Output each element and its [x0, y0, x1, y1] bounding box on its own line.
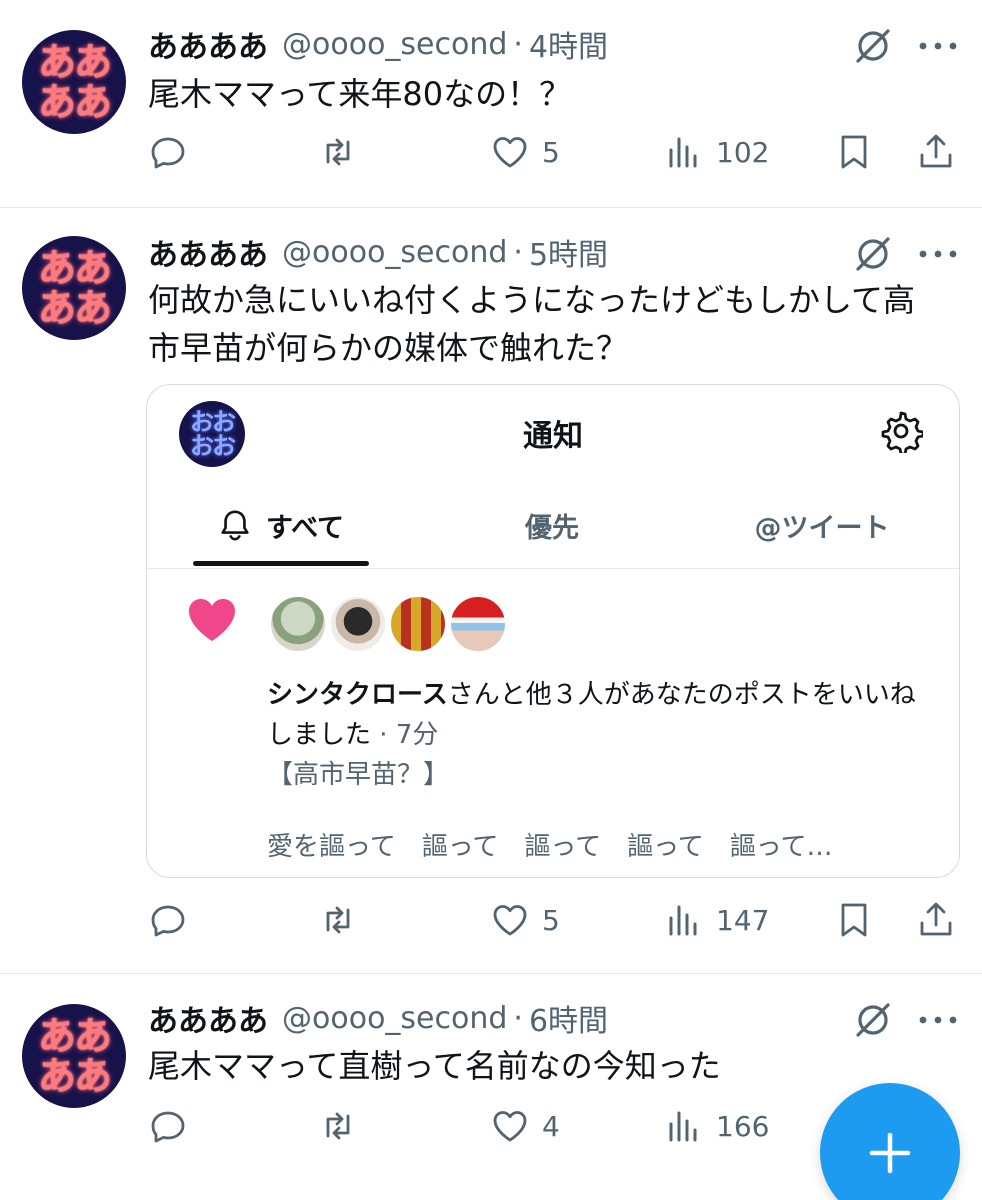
bell-icon [221, 510, 249, 541]
active-tab-indicator [193, 561, 369, 566]
share-icon [920, 134, 952, 168]
plus-icon [869, 1132, 911, 1174]
separator: · [513, 234, 523, 270]
page-title: 通知 [523, 419, 583, 454]
more-icon[interactable] [916, 1010, 960, 1030]
timeline: ああ ああ ああああ @oooo_second · 4時間 尾木ママって来年80… [0, 0, 982, 1200]
post-text: 何故か急にいいね付くようになったけどもしかして高市早苗が何らかの媒体で触れた？ [148, 281, 916, 367]
action-bar: 5 147 [148, 898, 960, 942]
tab-bar: すべて 優先 @ツイート [147, 489, 959, 569]
action-bar: 5 102 [148, 130, 960, 174]
avatar [269, 595, 327, 653]
share-icon [920, 902, 952, 936]
grok-icon[interactable] [852, 233, 894, 275]
share-button[interactable] [916, 898, 956, 942]
views-icon [669, 1111, 697, 1142]
post[interactable]: ああ ああ ああああ @oooo_second · 4時間 尾木ママって来年80… [0, 0, 982, 208]
share-button[interactable] [916, 130, 956, 174]
repost-icon [326, 1112, 350, 1140]
views-icon [669, 905, 697, 936]
heart-icon [493, 1111, 527, 1142]
avatar[interactable]: ああ ああ [22, 236, 126, 340]
grok-icon[interactable] [852, 25, 894, 67]
views-button[interactable]: 147 [664, 898, 769, 942]
repost-button[interactable] [318, 1104, 370, 1148]
post-header: ああああ @oooo_second · 6時間 [148, 996, 608, 1040]
repost-icon [326, 906, 350, 934]
more-icon[interactable] [916, 36, 960, 56]
heart-icon [493, 905, 527, 936]
author-name[interactable]: ああああ [148, 230, 268, 274]
views-button[interactable]: 102 [664, 130, 769, 174]
notification-preview: 愛を謳って 謳って 謳って 謳って 謳って… [267, 832, 833, 862]
tab-priority: 優先 [525, 512, 579, 544]
gear-icon [881, 411, 923, 453]
avatar[interactable]: ああ ああ [22, 30, 126, 134]
embedded-screenshot[interactable]: おお おお 通知 すべて 優先 @ツイート シンタクロースさんと他３人があなたの… [146, 384, 960, 878]
avatar[interactable]: ああ ああ [22, 1004, 126, 1108]
reply-button[interactable] [148, 1104, 200, 1148]
grok-icon[interactable] [852, 999, 894, 1041]
like-button[interactable]: 4 [490, 1104, 560, 1148]
heart-icon [493, 137, 527, 168]
reply-button[interactable] [148, 898, 200, 942]
post-text: 尾木ママって来年80なの！？ [148, 75, 572, 113]
bookmark-button[interactable] [834, 898, 874, 942]
separator: · [513, 26, 523, 62]
post-text: 尾木ママって直樹って名前なの今知った [148, 1047, 721, 1085]
post-time[interactable]: 6時間 [529, 996, 608, 1040]
separator: · [379, 720, 388, 750]
separator: · [513, 1000, 523, 1036]
author-handle[interactable]: @oooo_second [282, 27, 507, 62]
bookmark-icon [841, 135, 867, 169]
notification-actor: シンタクロース [267, 680, 448, 710]
tab-mentions: @ツイート [754, 512, 890, 544]
views-icon [669, 137, 697, 168]
avatar [329, 595, 387, 653]
like-button[interactable]: 5 [490, 130, 560, 174]
post-time[interactable]: 5時間 [529, 230, 608, 274]
post[interactable]: ああ ああ ああああ @oooo_second · 5時間 何故か急にいいね付く… [0, 208, 982, 974]
author-name[interactable]: ああああ [148, 22, 268, 66]
author-handle[interactable]: @oooo_second [282, 1001, 507, 1036]
notification-quote: 【高市早苗？】 [267, 760, 450, 790]
views-button[interactable]: 166 [664, 1104, 769, 1148]
repost-button[interactable] [318, 898, 370, 942]
post-time[interactable]: 4時間 [529, 22, 608, 66]
heart-icon [189, 599, 235, 641]
avatar [389, 595, 447, 653]
bookmark-icon [841, 903, 867, 937]
reply-icon [151, 1111, 185, 1143]
avatar [449, 595, 507, 653]
repost-icon [326, 138, 350, 166]
notification-time: 7分 [395, 720, 439, 750]
more-icon[interactable] [916, 244, 960, 264]
reply-icon [151, 137, 185, 169]
notification-text: シンタクロースさんと他３人があなたのポストをいいねしました · 7分 [267, 675, 927, 755]
post-header: ああああ @oooo_second · 5時間 [148, 230, 608, 274]
repost-button[interactable] [318, 130, 370, 174]
like-button[interactable]: 5 [490, 898, 560, 942]
reply-button[interactable] [148, 130, 200, 174]
reply-icon [151, 905, 185, 937]
author-handle[interactable]: @oooo_second [282, 235, 507, 270]
bookmark-button[interactable] [834, 130, 874, 174]
post-header: ああああ @oooo_second · 4時間 [148, 22, 608, 66]
tab-all: すべて [193, 489, 369, 561]
author-name[interactable]: ああああ [148, 996, 268, 1040]
